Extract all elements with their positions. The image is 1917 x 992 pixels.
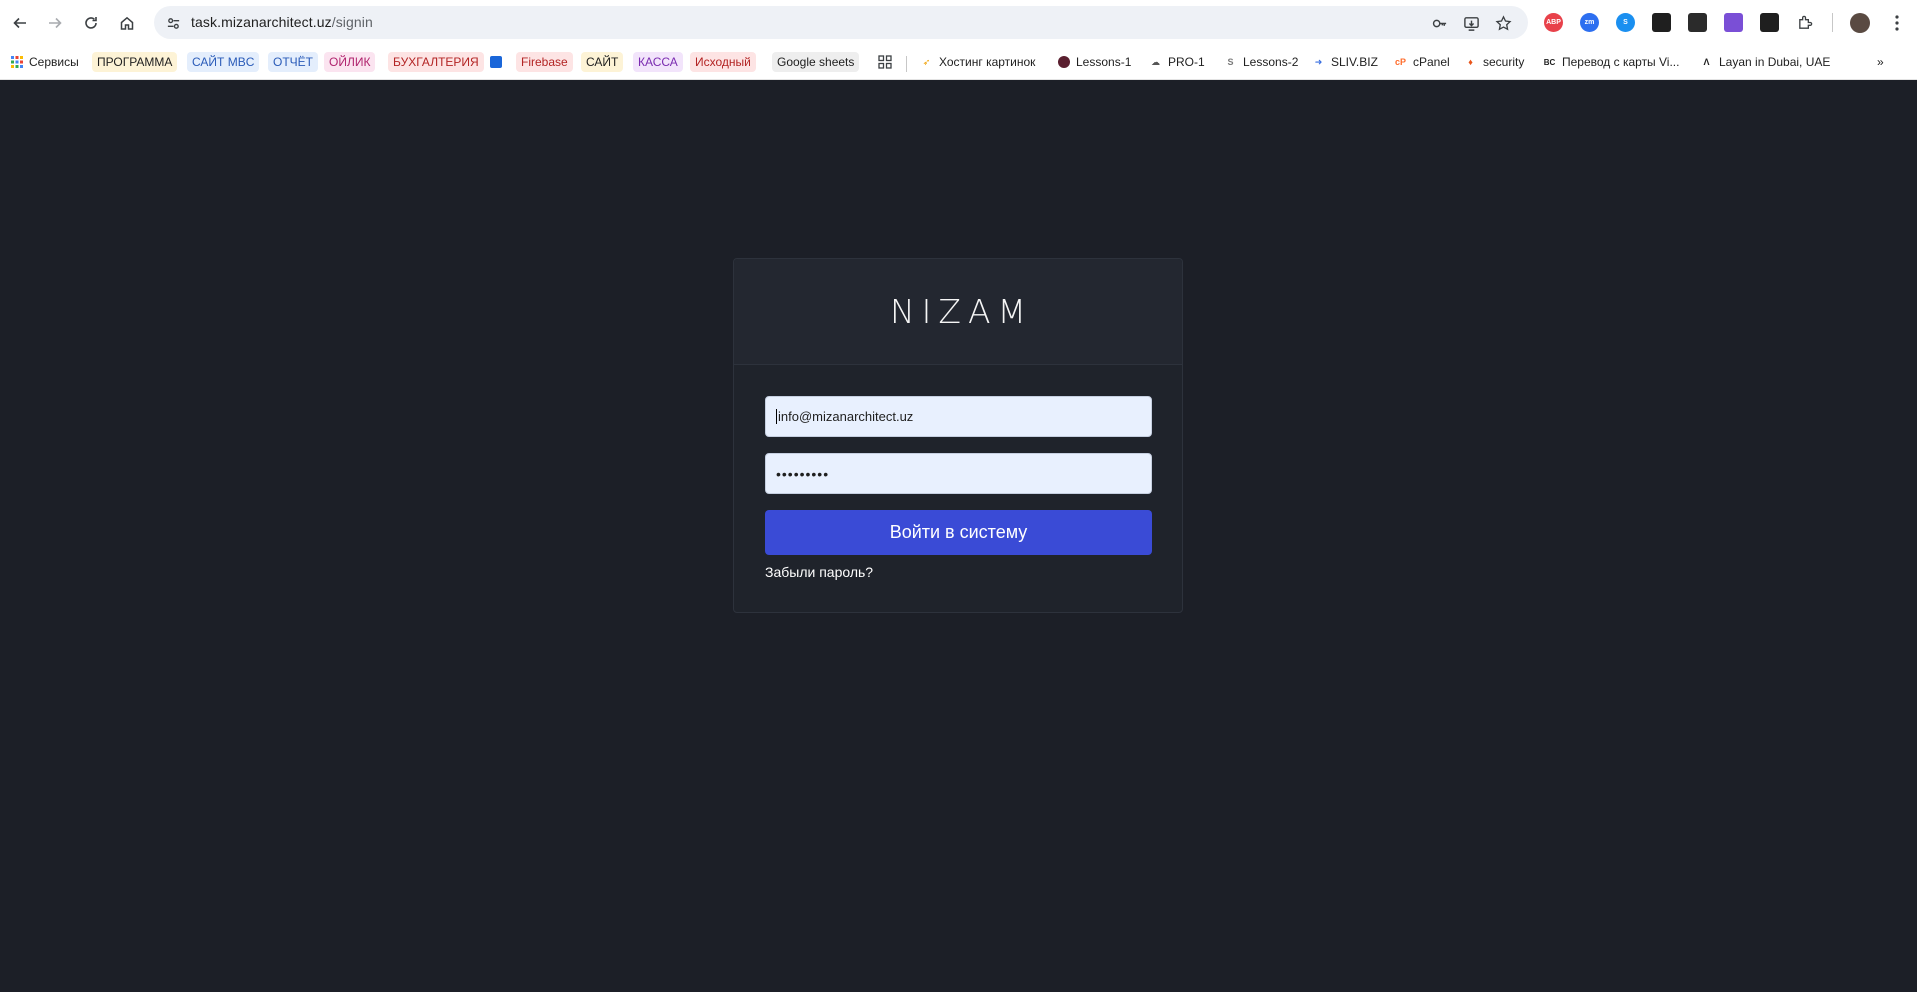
password-value: ••••••••• [776,465,830,482]
forward-button[interactable] [43,11,67,35]
bookmark-item[interactable]: BC Перевод с карты Vi... [1541,52,1681,72]
install-app-icon[interactable] [1462,14,1480,32]
bookmark-item[interactable]: САЙТ MBC [187,52,260,72]
bookmarks-bar: Сервисы ПРОГРАММА САЙТ MBC ОТЧЁТ ОЙЛИК БУХГАЛ… [0,45,1917,80]
incognito-extension-icon[interactable] [1760,13,1779,32]
bookmark-item[interactable]: ОТЧЁТ [268,52,319,72]
bookmark-label: Firebase [521,55,568,69]
cpanel-icon: cP [1394,57,1406,67]
bookmark-label: Хостинг картинок [939,55,1036,69]
bookmark-item[interactable] [487,52,504,72]
bookmark-label: Google sheets [777,55,855,69]
bookmark-item[interactable]: ПРОГРАММА [92,52,178,72]
bookmark-label: ПРОГРАММА [97,55,173,69]
lessons-icon [1057,56,1070,69]
site-info-icon[interactable] [164,14,182,32]
bookmark-label: Исходный [695,55,751,69]
url-text: task.mizanarchitect.uz/signin [191,14,373,30]
password-key-icon[interactable] [1430,14,1448,32]
s-icon: S [1227,57,1234,67]
forward-arrow-icon [49,17,62,29]
bookmark-item[interactable]: ➜ SLIV.BIZ [1310,52,1380,72]
bookmark-item[interactable]: cP cPanel [1392,52,1452,72]
apps-grid-icon [10,56,23,69]
page-background: NIZAM info@mizanarchitect.uz ••••••••• В… [0,81,1917,992]
back-arrow-icon [13,17,26,29]
bc-icon: BC [1543,57,1556,67]
home-icon [120,16,134,30]
zoom-extension-icon[interactable]: zm [1580,13,1599,32]
bookmark-item[interactable]: S Lessons-2 [1222,52,1300,72]
hosting-icon: ➶ [922,56,931,67]
arrow-icon: ➜ [1314,56,1323,67]
bookmark-item[interactable]: Firebase [516,52,573,72]
url-path: /signin [331,14,373,30]
bookmark-label: Lessons-1 [1076,55,1132,69]
bookmark-item[interactable]: ОЙЛИК [324,52,376,72]
bookmark-label: Lessons-2 [1243,55,1299,69]
lambda-icon: Λ [1703,57,1710,67]
reload-icon [85,17,97,29]
bookmark-item[interactable]: Google sheets [772,52,860,72]
bookmark-item[interactable]: ☁ PRO-1 [1147,52,1207,72]
bookmark-label: Перевод с карты Vi... [1562,55,1680,69]
bookmark-label: security [1483,55,1525,69]
home-button[interactable] [115,11,139,35]
bookmark-label: SLIV.BIZ [1331,55,1378,69]
cloud-icon: ☁ [1151,56,1160,67]
profile-avatar[interactable] [1850,13,1870,33]
bookmark-apps-icon[interactable] [876,52,894,72]
bookmark-label: БУХГАЛТЕРИЯ [393,55,479,69]
bookmark-item[interactable]: Сервисы [8,52,81,72]
bookmark-label: PRO-1 [1168,55,1205,69]
nizam-logo: NIZAM [889,292,1034,331]
bookmark-label: Сервисы [29,55,79,69]
bookmark-item[interactable]: ♦ security [1462,52,1526,72]
password-field[interactable]: ••••••••• [765,453,1152,494]
bookmark-item[interactable]: ➶ Хостинг картинок [918,52,1037,72]
address-bar[interactable]: task.mizanarchitect.uz/signin [154,6,1528,39]
bookmark-label: ОЙЛИК [329,55,371,69]
url-host: task.mizanarchitect.uz [191,14,332,30]
terminal-extension-icon[interactable] [1688,13,1707,32]
toolbar-divider [1832,13,1833,32]
bookmarks-separator [906,56,907,72]
reload-button[interactable] [79,11,103,35]
bookmark-label: cPanel [1413,55,1450,69]
bookmark-label: Layan in Dubai, UAE [1719,55,1831,69]
vpn-extension-icon[interactable] [1652,13,1671,32]
back-button[interactable] [8,11,32,35]
bookmark-item[interactable]: КАССА [633,52,683,72]
browser-toolbar: task.mizanarchitect.uz/signin ABP zm S [0,0,1917,45]
bookmark-item[interactable]: САЙТ [581,52,624,72]
purple-grid-extension-icon[interactable] [1724,13,1743,32]
text-caret [776,409,777,424]
shazam-extension-icon[interactable]: S [1616,13,1635,32]
login-card-header: NIZAM [734,259,1182,365]
more-bookmarks-chevron-icon[interactable]: » [1875,52,1886,72]
extensions-puzzle-icon[interactable] [1796,13,1815,32]
flame-icon: ♦ [1468,57,1473,67]
bookmark-label: КАССА [638,55,678,69]
login-button[interactable]: Войти в систему [765,510,1152,555]
bookmark-item[interactable]: Λ Layan in Dubai, UAE [1698,52,1832,72]
bookmark-item[interactable]: БУХГАЛТЕРИЯ [388,52,484,72]
email-value: info@mizanarchitect.uz [778,409,914,424]
bookmark-label: САЙТ [586,55,619,69]
adblock-plus-icon[interactable]: ABP [1544,13,1563,32]
menu-kebab-icon[interactable] [1887,13,1906,32]
bookmark-label: ОТЧЁТ [273,55,314,69]
bookmark-star-icon[interactable] [1494,14,1512,32]
login-card: NIZAM info@mizanarchitect.uz ••••••••• В… [733,258,1183,613]
forgot-password-link[interactable]: Забыли пароль? [765,564,873,580]
bookmark-item[interactable]: Lessons-1 [1055,52,1133,72]
blue-square-icon [489,56,502,69]
email-field[interactable]: info@mizanarchitect.uz [765,396,1152,437]
bookmark-label: САЙТ MBC [192,55,255,69]
bookmark-item[interactable]: Исходный [690,52,756,72]
